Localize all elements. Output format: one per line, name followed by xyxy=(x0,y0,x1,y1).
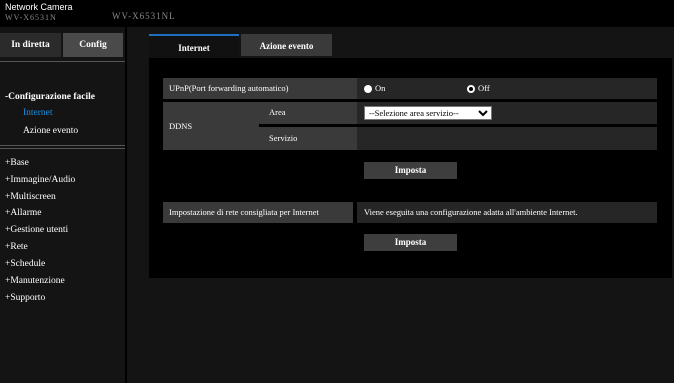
tab-config[interactable]: Config xyxy=(63,33,123,57)
sidebar-item-azione-evento[interactable]: Azione evento xyxy=(23,125,78,137)
upnp-off-option[interactable]: Off xyxy=(467,83,490,94)
brand-model: WV-X6531N xyxy=(5,13,57,22)
sidebar-divider xyxy=(0,145,125,146)
radio-on-icon[interactable] xyxy=(364,85,372,94)
network-description: Viene eseguita una configurazione adatta… xyxy=(357,202,657,223)
camera-model: WV-X6531NL xyxy=(112,11,176,21)
upnp-on-option[interactable]: On xyxy=(364,83,386,94)
area-select[interactable]: --Selezione area servizio-- xyxy=(364,106,492,120)
ddns-label: DDNS xyxy=(163,102,259,150)
sidebar-item-allarme[interactable]: +Allarme xyxy=(5,207,41,219)
sidebar xyxy=(0,27,125,383)
brand-label: Network Camera xyxy=(5,2,73,12)
tab-azione-evento[interactable]: Azione evento xyxy=(241,34,332,56)
header xyxy=(0,0,674,27)
sidebar-item-internet[interactable]: Internet xyxy=(23,107,53,119)
sidebar-item-immagine-audio[interactable]: +Immagine/Audio xyxy=(5,174,75,186)
sidebar-divider xyxy=(0,148,125,149)
sidebar-item-multiscreen[interactable]: +Multiscreen xyxy=(5,191,56,203)
sidebar-item-supporto[interactable]: +Supporto xyxy=(5,292,45,304)
sidebar-quick-setup[interactable]: -Configurazione facile xyxy=(5,91,95,103)
ddns-area-label: Area xyxy=(259,102,357,124)
ddns-servizio-value xyxy=(357,127,657,150)
sidebar-item-schedule[interactable]: +Schedule xyxy=(5,258,45,270)
imposta-network-button[interactable]: Imposta xyxy=(364,234,457,251)
ddns-servizio-label: Servizio xyxy=(259,127,357,150)
radio-off-icon[interactable] xyxy=(467,85,475,94)
tab-internet[interactable]: Internet xyxy=(149,34,239,58)
imposta-button[interactable]: Imposta xyxy=(364,162,457,179)
upnp-label: UPnP(Port forwarding automatico) xyxy=(163,78,359,99)
network-label: Impostazione di rete consigliata per Int… xyxy=(163,202,353,223)
upnp-on-label: On xyxy=(375,83,386,93)
upnp-off-label: Off xyxy=(478,83,490,93)
sidebar-item-gestione-utenti[interactable]: +Gestione utenti xyxy=(5,224,68,236)
tab-live[interactable]: In diretta xyxy=(0,33,61,57)
sidebar-item-base[interactable]: +Base xyxy=(5,157,29,169)
sidebar-item-manutenzione[interactable]: +Manutenzione xyxy=(5,275,65,287)
sidebar-divider xyxy=(0,61,125,62)
upnp-options xyxy=(357,78,657,99)
sidebar-item-rete[interactable]: +Rete xyxy=(5,241,28,253)
